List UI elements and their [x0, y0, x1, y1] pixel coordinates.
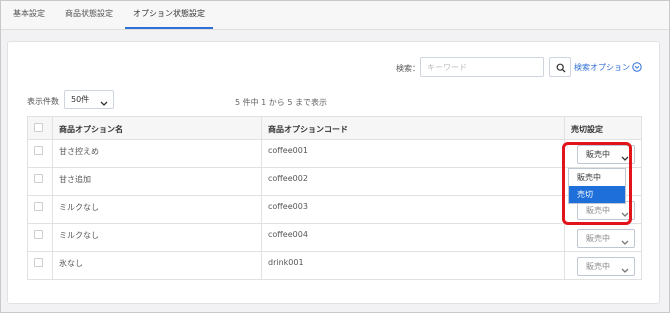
search-label: 検索： — [396, 64, 420, 73]
chevron-down-icon — [621, 207, 629, 224]
search-options-link[interactable]: 検索オプション — [574, 62, 642, 73]
status-cell: 販売中 — [564, 139, 642, 168]
row-checkbox[interactable] — [34, 174, 43, 183]
row-checkbox-cell — [27, 139, 53, 168]
row-checkbox[interactable] — [34, 146, 43, 155]
option-name-cell: ミルクなし — [52, 223, 262, 252]
option-code-cell: coffee002 — [261, 167, 565, 196]
status-value: 販売中 — [586, 150, 610, 159]
tab-basic-settings[interactable]: 基本設定 — [7, 1, 51, 29]
row-checkbox-cell — [27, 223, 53, 252]
status-value: 販売中 — [586, 262, 610, 271]
table-header-row: 商品オプション名 商品オプションコード 売切設定 — [27, 116, 642, 140]
tab-bar: 基本設定 商品状態設定 オプション状態設定 — [1, 1, 669, 30]
option-code-cell: coffee004 — [261, 223, 565, 252]
status-select[interactable]: 販売中 — [577, 257, 635, 276]
chevron-down-circle-icon — [630, 62, 642, 72]
chevron-down-icon — [621, 235, 629, 252]
option-code-cell: coffee003 — [261, 195, 565, 224]
row-checkbox[interactable] — [34, 202, 43, 211]
option-name-cell: 甘さ控えめ — [52, 139, 262, 168]
search-button[interactable] — [549, 57, 571, 77]
row-checkbox-cell — [27, 167, 53, 196]
page-size-label: 表示件数 — [27, 97, 59, 106]
column-header-option-name: 商品オプション名 — [52, 116, 262, 140]
option-name-cell: 氷なし — [52, 251, 262, 280]
tab-option-status-settings[interactable]: オプション状態設定 — [125, 1, 213, 29]
status-cell: 販売中 — [564, 223, 642, 252]
table-row: ミルクなし coffee004 販売中 — [27, 223, 642, 252]
option-name-cell: 甘さ追加 — [52, 167, 262, 196]
result-range-text: 5 件中 1 から 5 まで表示 — [235, 98, 327, 107]
row-checkbox[interactable] — [34, 258, 43, 267]
table-row: 甘さ控えめ coffee001 販売中 — [27, 139, 642, 168]
option-name-cell: ミルクなし — [52, 195, 262, 224]
status-value: 販売中 — [586, 206, 610, 215]
option-status-panel: 検索： 検索オプション 表示件数 50件 5 件中 1 から 5 まで表示 商品… — [7, 41, 660, 304]
status-select[interactable]: 販売中 — [577, 229, 635, 248]
chevron-down-icon — [100, 96, 108, 113]
status-dropdown-list: 販売中 売切 — [568, 168, 626, 204]
search-input[interactable] — [420, 57, 544, 77]
column-header-option-code: 商品オプションコード — [261, 116, 565, 140]
select-all-cell — [27, 116, 53, 140]
chevron-down-icon — [621, 263, 629, 280]
option-code-cell: drink001 — [261, 251, 565, 280]
table-row: 氷なし drink001 販売中 — [27, 251, 642, 280]
select-all-checkbox[interactable] — [34, 123, 43, 132]
tab-product-status-settings[interactable]: 商品状態設定 — [57, 1, 121, 29]
search-options-label: 検索オプション — [574, 63, 630, 72]
option-code-cell: coffee001 — [261, 139, 565, 168]
row-checkbox-cell — [27, 195, 53, 224]
page-size-value: 50件 — [71, 95, 90, 104]
table-row: 甘さ追加 coffee002 — [27, 167, 642, 196]
status-value: 販売中 — [586, 234, 610, 243]
row-checkbox[interactable] — [34, 230, 43, 239]
table-row: ミルクなし coffee003 販売中 — [27, 195, 642, 224]
option-table: 商品オプション名 商品オプションコード 売切設定 甘さ控えめ coffee001… — [27, 116, 642, 280]
row-checkbox-cell — [27, 251, 53, 280]
chevron-down-icon — [621, 151, 629, 168]
column-header-sold-out-setting: 売切設定 — [564, 116, 642, 140]
dropdown-option-on-sale[interactable]: 販売中 — [569, 169, 625, 186]
dropdown-option-sold-out[interactable]: 売切 — [569, 186, 625, 203]
status-cell: 販売中 — [564, 251, 642, 280]
status-select[interactable]: 販売中 — [577, 145, 635, 164]
page-size-select[interactable]: 50件 — [64, 90, 114, 109]
